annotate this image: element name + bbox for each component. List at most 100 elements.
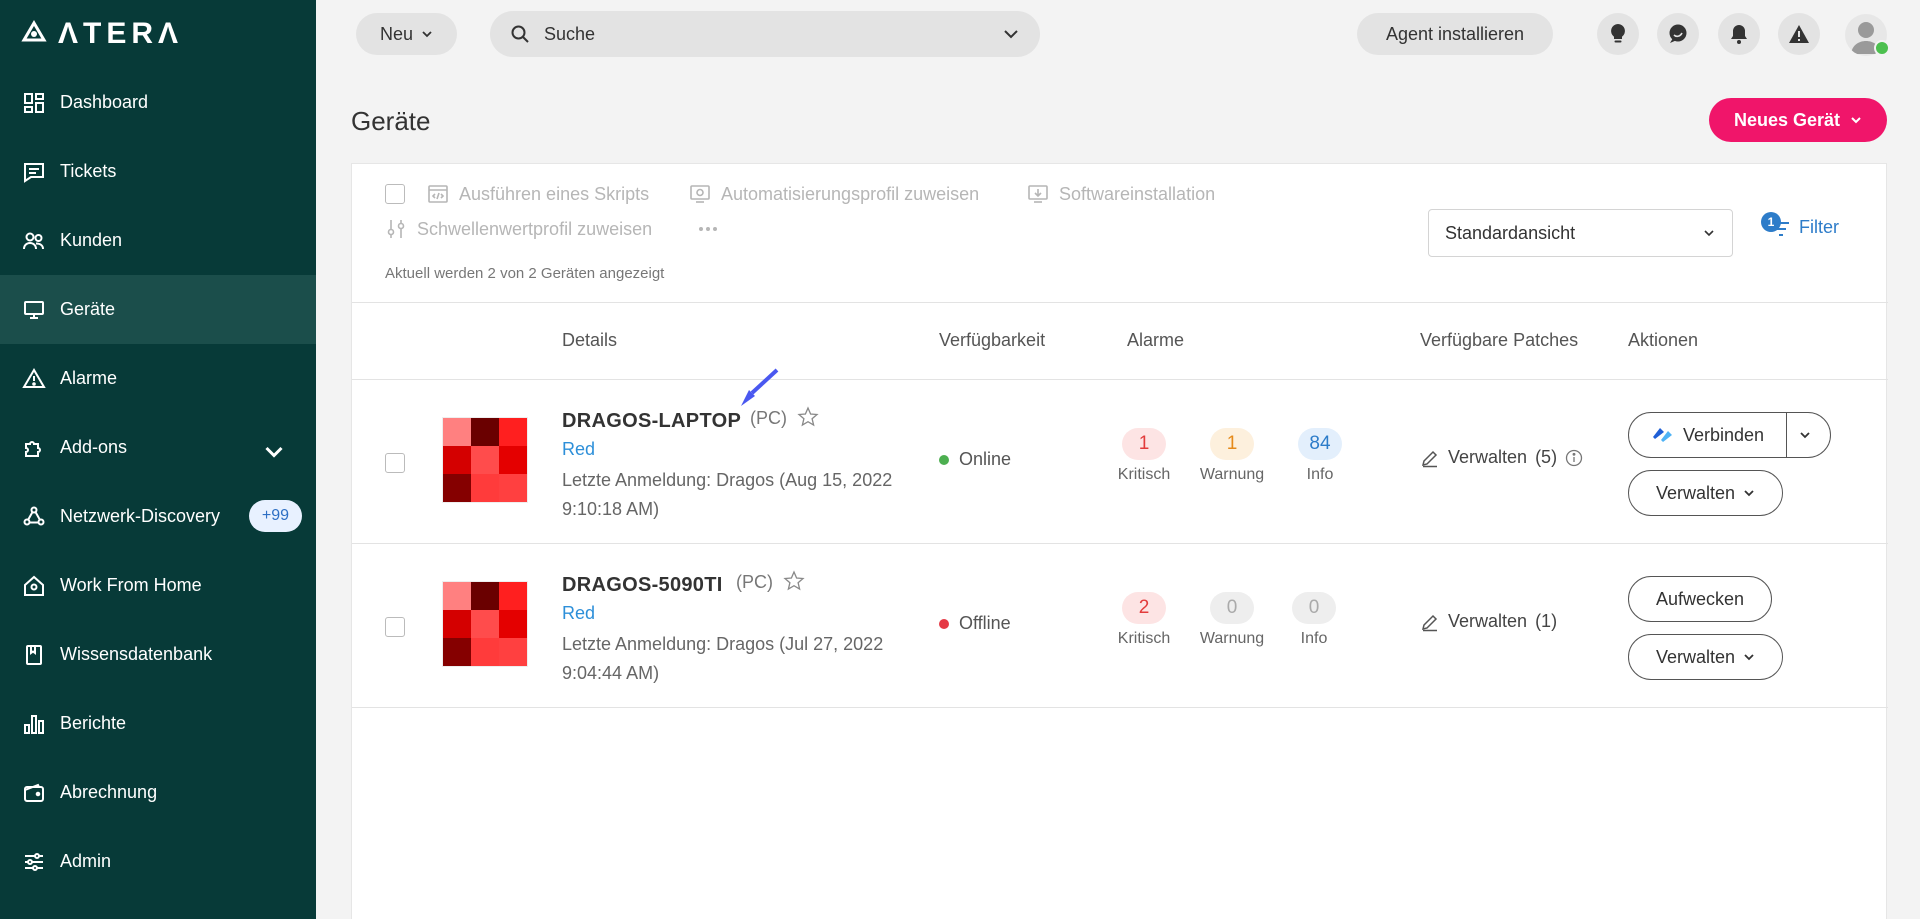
alarm-warning[interactable]: 1 Warnung [1192,428,1272,484]
manage-patches-link[interactable]: Verwalten (5) [1420,447,1583,468]
patch-count: (5) [1535,447,1558,467]
alert-icon [22,367,46,388]
table-row: DRAGOS-LAPTOP (PC) Red Letzte Anmeldung:… [352,368,1888,543]
select-all-checkbox[interactable] [385,184,405,204]
bar-chart-icon [24,714,44,734]
star-icon[interactable] [797,406,819,428]
view-select[interactable]: Standardansicht [1428,209,1733,257]
sidebar-item-network-discovery[interactable]: Netzwerk-Discovery +99 [0,482,316,551]
column-header-actions: Aktionen [1628,330,1699,350]
puzzle-icon [25,440,41,457]
manage-patches-link[interactable]: Verwalten (1) [1420,611,1557,632]
sidebar-item-billing[interactable]: Abrechnung [0,758,316,827]
wallet-icon [24,783,44,802]
search-icon [511,25,529,43]
alarm-critical[interactable]: 1 Kritisch [1104,428,1184,484]
star-icon[interactable] [783,570,805,592]
filter-button[interactable]: 1 Filter [1761,212,1839,240]
device-thumbnail [442,581,528,667]
alarm-warning[interactable]: 0 Warnung [1192,592,1272,648]
manage-label: Verwalten [1655,482,1736,503]
install-agent-label: Agent installieren [1385,23,1525,44]
sidebar-item-addons[interactable]: Add-ons [0,413,316,482]
alarm-critical-count: 2 [1122,592,1166,624]
search-label: Suche [544,23,596,44]
device-type: (PC) [750,408,787,428]
sidebar-item-work-from-home[interactable]: Work From Home [0,551,316,620]
row-checkbox[interactable] [385,453,405,473]
network-icon [23,506,45,525]
run-script-label: Ausführen eines Skripts [459,183,650,204]
filter-count-badge: 1 [1761,212,1781,232]
manage-button[interactable]: Verwalten [1628,470,1783,516]
new-menu-button[interactable]: Neu [356,13,457,55]
sidebar-item-customers[interactable]: Kunden [0,206,316,275]
manage-patches-label: Verwalten [1448,447,1528,467]
software-install-icon [1028,185,1048,203]
device-thumbnail [442,417,528,503]
search-input[interactable]: Suche [490,11,1040,57]
more-icon [699,227,717,231]
install-agent-button[interactable]: Agent installieren [1357,13,1553,55]
alarm-info[interactable]: 0 Info [1274,592,1354,648]
availability-status: Offline [939,613,1011,634]
run-script-action[interactable]: Ausführen eines Skripts [427,183,649,205]
availability-status: Online [939,449,1011,470]
device-name-link[interactable]: DRAGOS-LAPTOP [562,410,741,433]
column-header-alarms[interactable]: Alarme [1127,330,1184,351]
new-device-button[interactable]: Neues Gerät [1709,98,1887,142]
connect-options-button[interactable] [1787,413,1823,457]
book-icon [26,644,42,665]
alarm-info-count: 84 [1298,428,1342,460]
logo-text: ΛTERΛ [58,17,184,50]
assign-threshold-action[interactable]: Schwellenwertprofil zuweisen [385,218,652,240]
sidebar-item-knowledge-base[interactable]: Wissensdatenbank [0,620,316,689]
sliders-icon [25,852,43,871]
chevron-down-icon[interactable] [1002,25,1020,43]
manage-button[interactable]: Verwalten [1628,634,1783,680]
chat-button[interactable] [1657,13,1699,55]
column-header-patches[interactable]: Verfügbare Patches [1420,330,1578,351]
alarm-info-count: 0 [1292,592,1336,624]
sidebar-item-alarms[interactable]: Alarme [0,344,316,413]
lightbulb-button[interactable] [1597,13,1639,55]
more-actions-button[interactable] [696,218,720,240]
column-header-availability[interactable]: Verfügbarkeit [939,330,1045,351]
alerts-button[interactable] [1778,13,1820,55]
alarm-warning-label: Warnung [1199,466,1265,483]
sidebar-item-tickets[interactable]: Tickets [0,137,316,206]
alarm-info-label: Info [1306,466,1334,483]
logo[interactable]: ΛTERΛ [20,17,184,50]
device-tag-link[interactable]: Red [562,439,595,460]
sidebar-item-reports[interactable]: Berichte [0,689,316,758]
last-login-text: Letzte Anmeldung: Dragos (Aug 15, 2022 9… [562,470,893,519]
status-dot [939,618,949,629]
device-tag-link[interactable]: Red [562,603,595,624]
sidebar-item-admin[interactable]: Admin [0,827,316,896]
automation-icon [690,185,710,203]
alarm-info[interactable]: 84 Info [1280,428,1360,484]
chevron-down-icon [1744,654,1754,661]
info-icon[interactable] [1565,449,1583,467]
sidebar-item-devices[interactable]: Geräte [0,275,316,344]
table-row: DRAGOS-5090TI (PC) Red Letzte Anmeldung:… [352,544,1888,707]
column-header-details[interactable]: Details [562,330,617,351]
row-checkbox[interactable] [385,617,405,637]
assign-automation-action[interactable]: Automatisierungsprofil zuweisen [689,183,979,205]
alarm-warning-count: 1 [1210,428,1254,460]
chevron-down-icon [1851,117,1861,124]
sidebar-item-label: Alarme [60,368,118,388]
alarm-critical-label: Kritisch [1117,630,1171,647]
software-install-label: Softwareinstallation [1059,183,1216,204]
notifications-button[interactable] [1718,13,1760,55]
sidebar-item-label: Dashboard [60,92,149,112]
wake-up-button[interactable]: Aufwecken [1628,576,1772,622]
bell-icon [1731,25,1747,44]
connect-button[interactable]: Verbinden [1629,413,1788,457]
alarm-critical[interactable]: 2 Kritisch [1104,592,1184,648]
alarm-info-label: Info [1300,630,1328,647]
software-install-action[interactable]: Softwareinstallation [1027,183,1215,205]
device-name-link[interactable]: DRAGOS-5090TI [562,574,723,597]
sidebar-item-dashboard[interactable]: Dashboard [0,68,316,137]
patch-count: (1) [1535,611,1558,631]
